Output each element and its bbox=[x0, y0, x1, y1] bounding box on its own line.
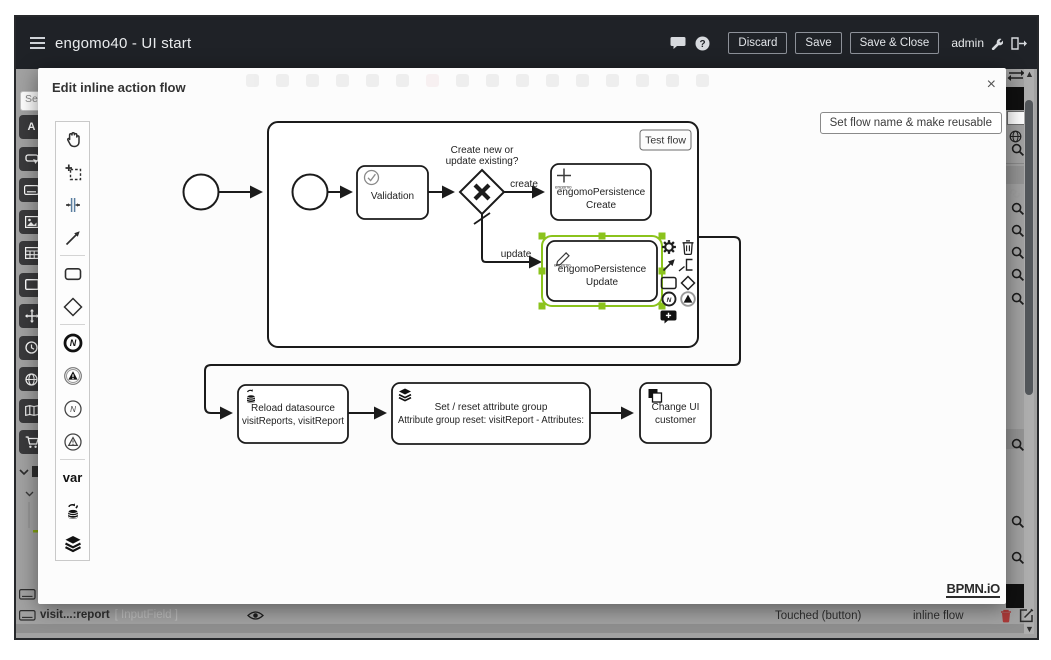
lasso-tool-icon[interactable] bbox=[56, 155, 89, 188]
search-icon[interactable] bbox=[1011, 515, 1025, 529]
search-icon[interactable] bbox=[1011, 551, 1025, 565]
svg-text:Change UI: Change UI bbox=[652, 402, 700, 413]
bottom-strip bbox=[16, 624, 1033, 633]
svg-text:customer: customer bbox=[655, 415, 697, 426]
create-task-icon[interactable] bbox=[56, 257, 89, 290]
user-label: admin bbox=[951, 36, 984, 50]
svg-text:visitReports, visitReport: visitReports, visitReport bbox=[242, 416, 344, 427]
edit-flow-modal: Edit inline action flow × Set flow name … bbox=[38, 68, 1006, 604]
svg-text:Set / reset attribute group: Set / reset attribute group bbox=[435, 402, 548, 413]
task-attribute-group[interactable]: Set / reset attribute group Attribute gr… bbox=[392, 383, 590, 444]
action-label: inline flow bbox=[913, 610, 964, 622]
search-icon[interactable] bbox=[1011, 292, 1025, 306]
close-icon[interactable]: × bbox=[987, 77, 996, 93]
search-icon[interactable] bbox=[1011, 224, 1025, 238]
search-icon[interactable] bbox=[1011, 438, 1025, 452]
menu-icon[interactable] bbox=[30, 34, 45, 52]
search-icon[interactable] bbox=[1011, 268, 1025, 282]
svg-text:?: ? bbox=[700, 39, 706, 50]
gateway-label: update existing? bbox=[446, 156, 519, 167]
space-tool-icon[interactable] bbox=[56, 188, 89, 221]
svg-text:Reload datasource: Reload datasource bbox=[251, 403, 335, 414]
eye-icon[interactable] bbox=[247, 610, 264, 621]
append-error-event-icon[interactable] bbox=[681, 292, 695, 306]
flow-label-update: update bbox=[501, 249, 532, 260]
create-error-end-event-icon[interactable] bbox=[56, 359, 89, 392]
create-engomo-intermediate-event-icon[interactable]: N bbox=[56, 392, 89, 425]
event-label: Touched (button) bbox=[775, 610, 861, 622]
globe-icon bbox=[1009, 130, 1022, 143]
svg-text:N: N bbox=[667, 297, 672, 304]
svg-text:engomoPersistence: engomoPersistence bbox=[558, 264, 647, 275]
task-persistence-create[interactable]: engomo engomoPersistence Create bbox=[551, 164, 651, 220]
svg-text:Validation: Validation bbox=[371, 191, 414, 202]
app-title: engomo40 - UI start bbox=[55, 35, 191, 52]
input-field-icon bbox=[19, 610, 36, 621]
create-reload-datasource-icon[interactable] bbox=[56, 494, 89, 527]
bpmn-io-logo[interactable]: BPMN.iO bbox=[946, 581, 1000, 598]
search-icon[interactable] bbox=[1011, 202, 1025, 216]
scrollbar-up-arrow[interactable]: ▲ bbox=[1025, 70, 1033, 78]
svg-text:N: N bbox=[70, 405, 76, 414]
global-connect-tool-icon[interactable] bbox=[56, 221, 89, 254]
scrollbar-thumb[interactable] bbox=[1025, 100, 1033, 395]
svg-text:Update: Update bbox=[586, 277, 619, 288]
edit-icon[interactable] bbox=[1019, 608, 1034, 623]
search-icon[interactable] bbox=[1011, 143, 1025, 157]
delete-icon[interactable] bbox=[1000, 609, 1012, 623]
chat-icon[interactable] bbox=[670, 36, 686, 50]
save-close-button[interactable]: Save & Close bbox=[850, 32, 940, 54]
discard-button[interactable]: Discard bbox=[728, 32, 787, 54]
flow-label-create: create bbox=[510, 179, 538, 190]
svg-text:Test flow: Test flow bbox=[645, 135, 686, 147]
create-gateway-icon[interactable] bbox=[56, 290, 89, 323]
svg-text:Attribute group reset: visitRe: Attribute group reset: visitReport - Att… bbox=[398, 415, 584, 426]
start-event-outer[interactable] bbox=[184, 175, 219, 210]
create-attribute-group-icon[interactable] bbox=[56, 527, 89, 560]
start-event-inner[interactable] bbox=[293, 175, 328, 210]
search-icon[interactable] bbox=[1011, 246, 1025, 260]
svg-text:Create: Create bbox=[586, 200, 616, 211]
help-icon[interactable]: ? bbox=[695, 36, 710, 51]
hand-tool-icon[interactable] bbox=[56, 122, 89, 155]
swap-arrows-icon[interactable] bbox=[1007, 69, 1025, 82]
link-icon bbox=[1008, 188, 1022, 199]
scrollbar-down-arrow[interactable]: ▼ bbox=[1025, 625, 1033, 633]
bpmn-palette: N N var bbox=[55, 121, 90, 561]
input-field-row-icon bbox=[19, 589, 36, 600]
app-header: engomo40 - UI start ? Discard Save Save … bbox=[14, 15, 1039, 69]
create-variable-icon[interactable]: var bbox=[56, 461, 89, 494]
svg-text:N: N bbox=[69, 338, 76, 348]
svg-text:engomoPersistence: engomoPersistence bbox=[557, 187, 646, 198]
create-engomo-end-event-icon[interactable]: N bbox=[56, 326, 89, 359]
modal-title: Edit inline action flow bbox=[52, 80, 186, 95]
bpmn-canvas[interactable]: Test flow Validation Create new or updat… bbox=[90, 100, 1010, 600]
task-validation[interactable]: Validation bbox=[357, 166, 428, 219]
create-error-intermediate-event-icon[interactable] bbox=[56, 425, 89, 458]
ghost-toolbar bbox=[246, 74, 709, 88]
component-type: [ InputField ] bbox=[115, 609, 178, 621]
logout-icon[interactable] bbox=[1011, 37, 1027, 50]
wrench-icon[interactable] bbox=[990, 37, 1003, 50]
test-flow-button[interactable]: Test flow bbox=[640, 130, 691, 150]
gateway-label: Create new or bbox=[451, 145, 514, 156]
task-change-ui[interactable]: Change UI customer bbox=[640, 383, 711, 443]
task-reload-datasource[interactable]: Reload datasource visitReports, visitRep… bbox=[238, 385, 348, 443]
append-engomo-event-icon[interactable]: N bbox=[663, 293, 676, 306]
component-name: visit...:report bbox=[40, 609, 110, 621]
save-button[interactable]: Save bbox=[795, 32, 841, 54]
task-persistence-update[interactable]: engomo engomoPersistence Update bbox=[547, 241, 657, 301]
